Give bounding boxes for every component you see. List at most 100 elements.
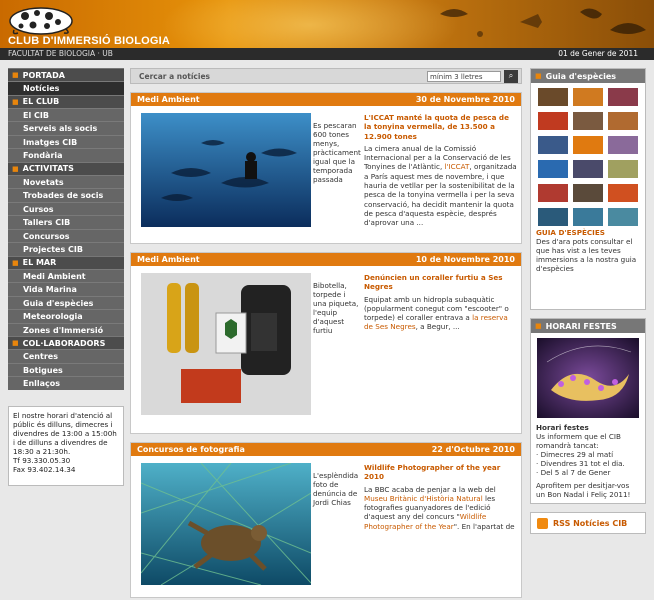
news-category-bar: Medi Ambient 10 de Novembre 2010 xyxy=(131,253,521,266)
species-guide-title[interactable]: GUIA D'ESPÈCIES xyxy=(536,228,640,237)
nav-item-imatges[interactable]: Imatges CIB xyxy=(8,134,124,148)
news-photo-confiscated-gear[interactable] xyxy=(141,273,311,415)
nav-item-concursos[interactable]: Concursos xyxy=(8,228,124,242)
nav-item-centres[interactable]: Centres xyxy=(8,349,124,363)
news-date: 22 d'Octubre 2010 xyxy=(431,445,515,454)
news-card: Concursos de fotografia 22 d'Octubre 201… xyxy=(130,442,522,598)
species-thumb[interactable] xyxy=(608,184,638,202)
nav-item-zones[interactable]: Zones d'Immersió xyxy=(8,322,124,336)
club-title: CLUB D'IMMERSIÓ BIOLOGIA xyxy=(8,35,171,47)
nav-item-fondaria[interactable]: Fondària xyxy=(8,148,124,162)
species-thumb[interactable] xyxy=(538,184,568,202)
bullet-icon: ■ xyxy=(12,164,19,173)
species-thumb[interactable] xyxy=(608,160,638,178)
nav-item-trobades[interactable]: Trobades de socis xyxy=(8,188,124,202)
nav-item-cursos[interactable]: Cursos xyxy=(8,201,124,215)
holiday-hours-title: Horari festes xyxy=(536,423,589,432)
faculty-label: FACULTAT DE BIOLOGIA · UB xyxy=(8,49,113,58)
news-category[interactable]: Medi Ambient xyxy=(137,255,200,264)
nav-item-enllacos[interactable]: Enllaços xyxy=(8,376,124,390)
nav-section-col-laboradors[interactable]: ■ COL·LABORADORS xyxy=(8,336,124,349)
opening-hours-text: El nostre horari d'atenció al públic és … xyxy=(13,411,117,456)
nav-item-novetats[interactable]: Novetats xyxy=(8,174,124,188)
news-category[interactable]: Medi Ambient xyxy=(137,95,200,104)
search-label: Cercar a notícies xyxy=(139,72,210,81)
search-input[interactable] xyxy=(427,71,501,82)
species-thumb[interactable] xyxy=(538,136,568,154)
nav-item-serveis[interactable]: Serveis als socis xyxy=(8,121,124,135)
species-thumb[interactable] xyxy=(538,88,568,106)
site-header: CLUB D'IMMERSIÓ BIOLOGIA FACULTAT DE BIO… xyxy=(0,0,654,60)
nav-item-medi-ambient[interactable]: Medi Ambient xyxy=(8,268,124,282)
species-thumb[interactable] xyxy=(573,160,603,178)
species-guide-text: GUIA D'ESPÈCIES Des d'ara pots consultar… xyxy=(531,226,645,275)
species-thumbnails xyxy=(531,83,645,226)
nav-section-activitats[interactable]: ■ ACTIVITATS xyxy=(8,161,124,175)
nav-section-el-club[interactable]: ■ EL CLUB xyxy=(8,94,124,108)
news-title[interactable]: L'ICCAT manté la quota de pesca de la to… xyxy=(364,113,518,141)
bullet-icon: ■ xyxy=(12,97,19,106)
nav-item-el-cib[interactable]: El CIB xyxy=(8,107,124,121)
news-card: Medi Ambient 30 de Novembre 2010 Es pesc… xyxy=(130,92,522,244)
news-excerpt: Equipat amb un hidropla subaquàtic (popu… xyxy=(364,294,509,332)
nav-item-noticies[interactable]: Notícies xyxy=(8,81,124,95)
news-category[interactable]: Concursos de fotografia xyxy=(137,445,245,454)
news-photo-caption: L'esplèndida foto de denúncia de Jordi C… xyxy=(313,471,359,507)
news-body: Denúncien un coraller furtiu a Ses Negre… xyxy=(364,273,518,332)
nav-item-guia[interactable]: Guia d'espècies xyxy=(8,295,124,309)
bullet-icon: ■ xyxy=(12,71,19,79)
news-excerpt: La BBC acaba de penjar a la web del Muse… xyxy=(364,484,515,531)
species-thumb[interactable] xyxy=(538,208,568,226)
species-thumb[interactable] xyxy=(573,184,603,202)
species-thumb[interactable] xyxy=(573,112,603,130)
holiday-hours-header: ■ HORARI FESTES xyxy=(531,319,645,333)
bullet-icon: ■ xyxy=(535,322,542,330)
nav-section-portada[interactable]: ■ PORTADA xyxy=(8,68,124,81)
news-photo-caption: Es pescaran 600 tones menys, pràcticamen… xyxy=(313,121,361,184)
rss-link[interactable]: RSS Notícies CIB xyxy=(530,512,646,534)
search-icon[interactable]: ⌕ xyxy=(504,70,518,83)
news-title[interactable]: Denúncien un coraller furtiu a Ses Negre… xyxy=(364,273,518,292)
nav-item-botigues[interactable]: Botigues xyxy=(8,362,124,376)
holiday-hours-text: Horari festes Us informem que el CIB rom… xyxy=(531,420,645,502)
news-search-bar: Cercar a notícies ⌕ xyxy=(130,68,522,84)
species-thumb[interactable] xyxy=(608,112,638,130)
news-title[interactable]: Wildlife Photographer of the year 2010 xyxy=(364,463,518,482)
header-sea-creatures xyxy=(440,8,646,37)
news-inline-link[interactable]: l'ICCAT xyxy=(445,162,470,171)
news-photo-turtle-net[interactable] xyxy=(141,463,311,585)
species-thumb[interactable] xyxy=(573,88,603,106)
news-body: L'ICCAT manté la quota de pesca de la to… xyxy=(364,113,518,228)
news-inline-link[interactable]: Museu Britànic d'Història Natural xyxy=(364,494,483,503)
news-date: 30 de Novembre 2010 xyxy=(415,95,515,104)
nav-item-tallers[interactable]: Tallers CIB xyxy=(8,215,124,229)
species-thumb[interactable] xyxy=(608,208,638,226)
species-thumb[interactable] xyxy=(573,208,603,226)
news-category-bar: Medi Ambient 30 de Novembre 2010 xyxy=(131,93,521,106)
club-logo[interactable] xyxy=(6,2,76,36)
species-guide-header: ■ Guia d'espècies xyxy=(531,69,645,83)
species-thumb[interactable] xyxy=(608,136,638,154)
species-thumb[interactable] xyxy=(573,136,603,154)
holiday-hours-box: ■ HORARI FESTES Horari festes Us informem… xyxy=(530,318,646,504)
nav-item-vida-marina[interactable]: Vida Marina xyxy=(8,282,124,296)
phone-text: Tf 93.330.05.30 xyxy=(13,456,71,465)
fax-text: Fax 93.402.14.34 xyxy=(13,465,76,474)
nav-section-el-mar[interactable]: ■ EL MAR xyxy=(8,255,124,269)
news-photo-divers-tuna[interactable] xyxy=(141,113,311,227)
species-thumb[interactable] xyxy=(538,160,568,178)
bullet-icon: ■ xyxy=(12,339,19,347)
sidebar-nav: ■ PORTADA Notícies ■ EL CLUB El CIB Servei… xyxy=(8,68,124,390)
species-thumb[interactable] xyxy=(538,112,568,130)
news-card: Medi Ambient 10 de Novembre 2010 Bibotel… xyxy=(130,252,522,434)
christmas-greeting-image[interactable] xyxy=(537,338,639,418)
rss-icon xyxy=(537,518,548,529)
species-guide-box: ■ Guia d'espècies GUIA D'ESPÈCIES Des d'a… xyxy=(530,68,646,310)
nav-item-meteorologia[interactable]: Meteorologia xyxy=(8,309,124,323)
species-thumb[interactable] xyxy=(608,88,638,106)
nav-item-projectes[interactable]: Projectes CIB xyxy=(8,242,124,256)
bullet-icon: ■ xyxy=(12,258,19,267)
rss-label: RSS Notícies CIB xyxy=(553,519,628,528)
bullet-icon: ■ xyxy=(535,72,542,80)
current-date: 01 de Gener de 2011 xyxy=(558,49,638,58)
